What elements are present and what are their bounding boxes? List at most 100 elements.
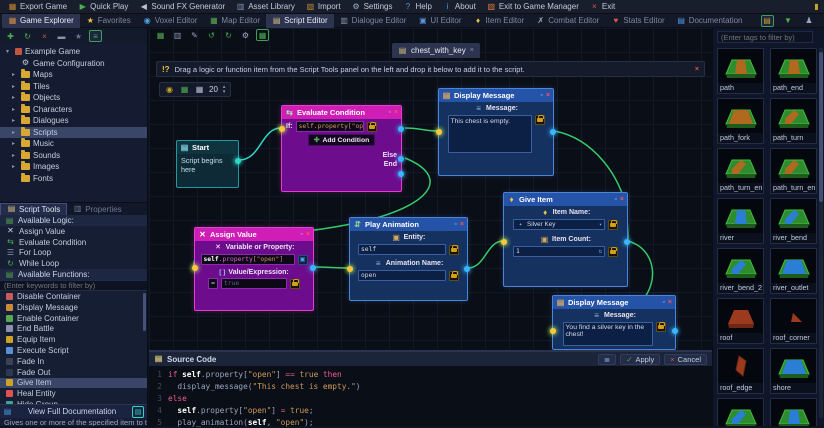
give-input-port[interactable] bbox=[501, 239, 507, 245]
display-top-input-port[interactable] bbox=[436, 129, 442, 135]
plants-icon[interactable]: ▼ bbox=[782, 15, 795, 27]
tree-arrow-icon[interactable]: ▸ bbox=[12, 71, 18, 78]
node-display-bottom-header[interactable]: ▤ Display Message ▫ × bbox=[553, 296, 675, 309]
evaluate-input-port[interactable] bbox=[279, 126, 285, 132]
grid-on-icon[interactable]: ▦ bbox=[179, 84, 190, 96]
help-icon[interactable]: ▫ bbox=[388, 109, 390, 116]
tree-item-game-configuration[interactable]: ⚙Game Configuration bbox=[0, 58, 147, 70]
character-icon[interactable]: ♟ bbox=[803, 15, 816, 27]
grid-style-icon[interactable]: ▦ bbox=[194, 84, 205, 96]
node-evaluate-header[interactable]: ⇆ Evaluate Condition ▫ × bbox=[282, 106, 401, 119]
grid-toggle-icon[interactable]: ▦ bbox=[256, 29, 269, 41]
menu-item-settings[interactable]: ⚙Settings bbox=[347, 0, 398, 14]
logic-item-for-loop[interactable]: ☰For Loop bbox=[0, 248, 147, 259]
tile-path-end[interactable]: path_end bbox=[770, 48, 817, 94]
script-tab-chest-with-key[interactable]: ▤ chest_with_key × bbox=[392, 43, 480, 58]
rename-script-icon[interactable]: ✎ bbox=[188, 29, 201, 41]
lock-icon[interactable] bbox=[608, 247, 618, 257]
tree-arrow-icon[interactable]: ▸ bbox=[12, 163, 18, 170]
tree-arrow-icon[interactable]: ▸ bbox=[12, 152, 18, 159]
function-item-hide-group[interactable]: Hide Group bbox=[0, 399, 147, 404]
tab-script-tools[interactable]: ▤ Script Tools bbox=[0, 203, 67, 216]
delete-node-icon[interactable]: × bbox=[546, 92, 550, 99]
function-item-enable-container[interactable]: Enable Container bbox=[0, 313, 147, 324]
functions-filter-input[interactable] bbox=[0, 280, 147, 291]
tile-river-bend-2[interactable]: river_bend_2 bbox=[717, 248, 764, 294]
assign-input-port[interactable] bbox=[192, 265, 198, 271]
delete-node-icon[interactable]: × bbox=[620, 196, 624, 203]
tab-favorites[interactable]: ★Favorites bbox=[80, 14, 137, 28]
tile-path-turn[interactable]: path_turn bbox=[770, 98, 817, 144]
node-play-animation[interactable]: ⇵ Play Animation ▫ × ▣ Entity: self ≡ An… bbox=[349, 217, 468, 301]
tile-partial[interactable] bbox=[717, 398, 764, 426]
tab-stats-editor[interactable]: ♥Stats Editor bbox=[605, 14, 670, 28]
tab-script-editor[interactable]: ▤Script Editor bbox=[266, 14, 334, 28]
message-textarea[interactable]: You find a silver key in the chest! bbox=[563, 322, 653, 346]
script-canvas[interactable]: ▦▥✎↺↻⚙▦ ▤ chest_with_key × !? Drag a log… bbox=[149, 28, 712, 350]
tile-roof[interactable]: roof bbox=[717, 298, 764, 344]
undo-icon[interactable]: ↺ bbox=[205, 29, 218, 41]
function-item-heal-entity[interactable]: Heal Entity bbox=[0, 388, 147, 399]
tree-item-objects[interactable]: ▸Objects bbox=[0, 92, 147, 104]
tab-ui-editor[interactable]: ▣UI Editor bbox=[412, 14, 467, 28]
code-line[interactable]: 5 play_animation(self, "open"); bbox=[149, 416, 712, 428]
lock-icon[interactable] bbox=[449, 245, 459, 255]
add-condition-button[interactable]: ✚ Add Condition bbox=[308, 134, 376, 146]
stepper-arrows-icon[interactable]: ⇅ bbox=[598, 248, 602, 255]
tab-game-explorer[interactable]: ▦Game Explorer bbox=[2, 14, 80, 28]
resources-icon[interactable]: ▤ bbox=[761, 15, 774, 27]
play-output-port[interactable] bbox=[464, 266, 470, 272]
tree-arrow-icon[interactable]: ▸ bbox=[12, 117, 18, 124]
condition-input[interactable]: self.property["open"]==t bbox=[296, 121, 364, 132]
give-output-port[interactable] bbox=[624, 239, 630, 245]
logic-item-evaluate-condition[interactable]: ⇆Evaluate Condition bbox=[0, 237, 147, 248]
evaluate-end-port[interactable] bbox=[398, 171, 404, 177]
function-item-display-message[interactable]: Display Message bbox=[0, 302, 147, 313]
delete-node-icon[interactable]: × bbox=[306, 231, 310, 238]
function-item-give-item[interactable]: Give Item bbox=[0, 378, 147, 389]
collapse-icon[interactable]: ▬ bbox=[55, 30, 68, 42]
message-textarea[interactable]: This chest is empty. bbox=[448, 115, 532, 153]
lock-icon[interactable] bbox=[367, 122, 377, 132]
lock-icon[interactable] bbox=[656, 322, 666, 332]
help-icon[interactable]: ▫ bbox=[300, 231, 302, 238]
entity-input[interactable]: self bbox=[358, 244, 446, 255]
item-count-stepper[interactable]: 1 ⇅ bbox=[513, 246, 605, 257]
lock-icon[interactable] bbox=[290, 279, 300, 289]
node-display-message-top[interactable]: ▤ Display Message ▫ × ≡ Message: This ch… bbox=[438, 88, 554, 176]
snap-icon[interactable]: ◉ bbox=[164, 84, 175, 96]
node-give-item[interactable]: ♦ Give Item ▫ × ♦ Item Name: ✦ Silver Ke… bbox=[503, 192, 628, 287]
tree-arrow-icon[interactable]: ▸ bbox=[12, 106, 18, 113]
tree-item-images[interactable]: ▸Images bbox=[0, 161, 147, 173]
tiles-scrollbar-thumb[interactable] bbox=[819, 52, 823, 202]
code-line[interactable]: 2 display_message("This chest is empty."… bbox=[149, 380, 712, 392]
tile-partial[interactable] bbox=[770, 398, 817, 426]
menu-item-export-game[interactable]: ▦Export Game bbox=[3, 0, 72, 14]
close-tab-icon[interactable]: × bbox=[470, 47, 474, 54]
evaluate-true-port[interactable] bbox=[398, 126, 404, 132]
function-item-fade-in[interactable]: Fade In bbox=[0, 356, 147, 367]
tree-item-maps[interactable]: ▸Maps bbox=[0, 69, 147, 81]
lock-icon[interactable] bbox=[535, 115, 545, 125]
tile-roof-edge[interactable]: roof_edge bbox=[717, 348, 764, 394]
tiles-filter-input[interactable] bbox=[717, 31, 813, 43]
code-line[interactable]: 3else bbox=[149, 392, 712, 404]
close-hint-icon[interactable]: × bbox=[695, 66, 699, 73]
delete-icon[interactable]: × bbox=[38, 30, 51, 42]
help-icon[interactable]: ▫ bbox=[454, 221, 456, 228]
tile-shore[interactable]: shore bbox=[770, 348, 817, 394]
tab-item-editor[interactable]: ♦Item Editor bbox=[468, 14, 531, 28]
lock-icon[interactable] bbox=[449, 271, 459, 281]
logic-item-assign-value[interactable]: ✕Assign Value bbox=[0, 226, 147, 237]
tree-item-characters[interactable]: ▸Characters bbox=[0, 104, 147, 116]
display-top-output-port[interactable] bbox=[550, 129, 556, 135]
menu-item-asset-library[interactable]: ▥Asset Library bbox=[231, 0, 300, 14]
delete-node-icon[interactable]: × bbox=[668, 299, 672, 306]
function-item-equip-item[interactable]: Equip Item bbox=[0, 334, 147, 345]
tile-path-turn-en[interactable]: path_turn_en bbox=[770, 148, 817, 194]
script-properties-icon[interactable]: ▦ bbox=[154, 29, 167, 41]
tile-roof-corner[interactable]: roof_corner bbox=[770, 298, 817, 344]
node-play-header[interactable]: ⇵ Play Animation ▫ × bbox=[350, 218, 467, 231]
save-script-icon[interactable]: ▥ bbox=[171, 29, 184, 41]
tree-arrow-icon[interactable]: ▸ bbox=[12, 140, 18, 147]
